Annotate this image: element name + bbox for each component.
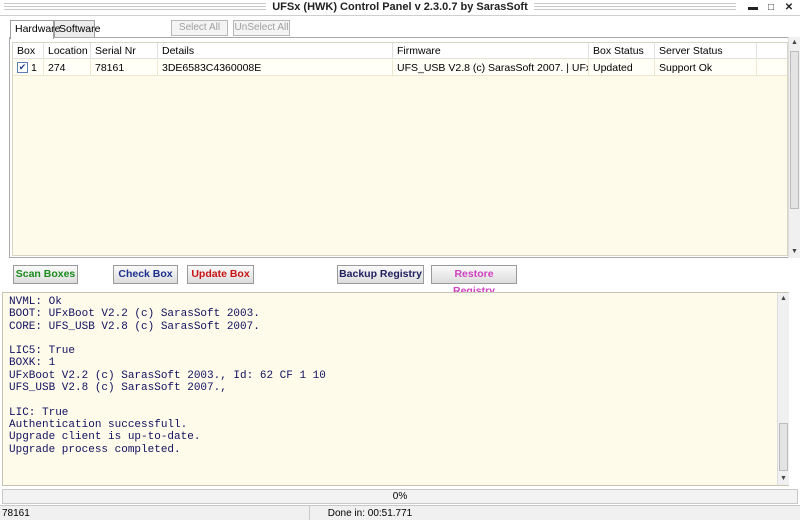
log-scrollbar[interactable]: ▲ ▼	[777, 293, 789, 485]
col-box-status[interactable]: Box Status	[589, 43, 655, 59]
col-server-status[interactable]: Server Status	[655, 43, 757, 59]
minimize-icon[interactable]: ▬	[746, 1, 760, 14]
select-all-button[interactable]: Select All	[171, 20, 228, 36]
status-done: Done in: 00:51.771	[327, 508, 413, 519]
log-scroll-up-icon[interactable]: ▲	[778, 293, 789, 305]
scroll-up-icon[interactable]: ▲	[789, 37, 800, 49]
scroll-down-icon[interactable]: ▼	[789, 246, 800, 258]
title-stripes-left	[4, 3, 266, 12]
title-bar: UFSx (HWK) Control Panel v 2.3.0.7 by Sa…	[0, 0, 800, 16]
scroll-thumb[interactable]	[790, 51, 799, 209]
progress-bar: 0%	[2, 489, 798, 504]
grid-scrollbar[interactable]: ▲ ▼	[788, 37, 800, 258]
box-grid: Box Location Serial Nr Details Firmware …	[12, 42, 788, 256]
maximize-icon[interactable]: □	[764, 1, 778, 14]
hardware-panel: Box Location Serial Nr Details Firmware …	[9, 37, 790, 258]
grid-header: Box Location Serial Nr Details Firmware …	[13, 43, 787, 59]
checkbox-row-1[interactable]: ✔	[17, 62, 28, 73]
tab-hardware[interactable]: Hardware	[10, 20, 61, 39]
col-box[interactable]: Box	[13, 43, 44, 59]
close-icon[interactable]: ✕	[782, 1, 796, 14]
log-text: NVML: Ok BOOT: UFxBoot V2.2 (c) SarasSof…	[9, 296, 326, 456]
status-serial: 78161	[0, 506, 310, 520]
check-box-button[interactable]: Check Box	[113, 265, 178, 284]
cell-firmware: UFS_USB V2.8 (c) SarasSoft 2007. | UFxBo…	[393, 60, 589, 76]
scan-boxes-button[interactable]: Scan Boxes	[13, 265, 78, 284]
table-row[interactable]: ✔ 1 274 78161 3DE6583C4360008E UFS_USB V…	[13, 60, 787, 76]
title-stripes-right	[470, 3, 736, 12]
status-bar: 78161 Done in: 00:51.771	[0, 505, 800, 520]
unselect-all-button[interactable]: UnSelect All	[233, 20, 290, 36]
col-serial[interactable]: Serial Nr	[91, 43, 158, 59]
cell-location: 274	[44, 60, 91, 76]
cell-serial: 78161	[91, 60, 158, 76]
cell-box: ✔ 1	[13, 60, 44, 76]
restore-registry-button[interactable]: Restore Registry	[431, 265, 517, 297]
col-firmware[interactable]: Firmware	[393, 43, 589, 59]
col-details[interactable]: Details	[158, 43, 393, 59]
backup-registry-button[interactable]: Backup Registry	[337, 265, 424, 284]
col-location[interactable]: Location	[44, 43, 91, 59]
cell-box-status: Updated	[589, 60, 655, 76]
log-output[interactable]: NVML: Ok BOOT: UFxBoot V2.2 (c) SarasSof…	[2, 292, 789, 486]
log-scroll-thumb[interactable]	[779, 423, 788, 471]
cell-server-status: Support Ok	[655, 60, 757, 76]
update-box-button[interactable]: Update Box	[187, 265, 254, 284]
cell-details: 3DE6583C4360008E	[158, 60, 393, 76]
log-scroll-down-icon[interactable]: ▼	[778, 473, 789, 485]
